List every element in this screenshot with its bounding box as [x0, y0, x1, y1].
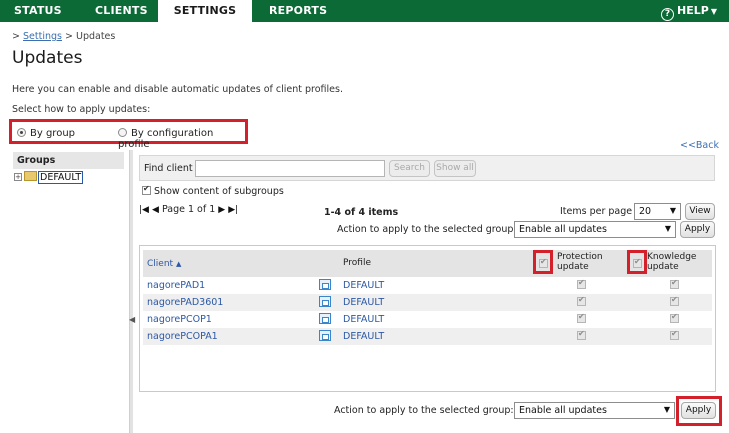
knowledge-update-checkbox[interactable]: [670, 295, 679, 306]
action-top-value: Enable all updates: [519, 224, 607, 235]
help-menu[interactable]: ? HELP ▼: [661, 0, 717, 22]
radio-by-group[interactable]: By group: [17, 128, 75, 139]
table-row[interactable]: nagorePCOPA1 DEFAULT: [143, 328, 712, 345]
help-icon: ?: [661, 8, 675, 21]
radio-by-profile-label: By configuration profile: [118, 128, 214, 150]
dropdown-arrow-icon: ▼: [664, 224, 671, 233]
show-subgroups-label: Show content of subgroups: [154, 186, 284, 197]
select-how-label: Select how to apply updates:: [12, 104, 151, 115]
radio-by-group-label: By group: [30, 128, 75, 139]
tree-node-default[interactable]: DEFAULT: [38, 171, 84, 184]
items-per-page-select[interactable]: 20 ▼: [634, 203, 681, 220]
column-client-label: Client: [147, 259, 174, 269]
breadcrumb: > Settings > Updates: [12, 31, 115, 42]
items-per-page-label: Items per page: [560, 206, 633, 217]
protection-update-checkbox[interactable]: [577, 295, 586, 306]
client-name[interactable]: nagorePCOPA1: [147, 331, 218, 342]
items-per-page-value: 20: [639, 206, 652, 217]
last-page-icon[interactable]: ▶|: [228, 205, 238, 215]
apply-top-button[interactable]: Apply: [680, 221, 715, 238]
groups-header: Groups: [13, 152, 124, 169]
client-name[interactable]: nagorePCOP1: [147, 314, 212, 325]
tab-clients[interactable]: CLIENTS: [95, 0, 148, 22]
action-bottom-value: Enable all updates: [519, 405, 607, 416]
breadcrumb-settings-link[interactable]: Settings: [23, 31, 62, 42]
remote-desktop-icon[interactable]: [319, 313, 331, 324]
first-page-icon[interactable]: |◀: [139, 205, 149, 215]
radio-button-icon: [17, 128, 26, 137]
table-row[interactable]: nagorePAD1 DEFAULT: [143, 277, 712, 294]
checkbox-icon: [142, 184, 151, 195]
back-link[interactable]: <<Back: [680, 140, 719, 151]
action-bottom-select[interactable]: Enable all updates ▼: [514, 402, 675, 419]
apply-mode-highlight: By group By configuration profile: [9, 119, 248, 150]
dropdown-arrow-icon: ▼: [669, 206, 676, 215]
client-profile[interactable]: DEFAULT: [343, 297, 384, 308]
tab-status[interactable]: STATUS: [14, 0, 62, 22]
page-indicator: Page 1 of 1: [161, 204, 216, 215]
apply-bottom-button[interactable]: Apply: [681, 402, 716, 419]
breadcrumb-prefix: >: [12, 31, 20, 42]
client-name[interactable]: nagorePAD3601: [147, 297, 223, 308]
dropdown-arrow-icon: ▼: [663, 405, 670, 414]
protection-update-checkbox[interactable]: [577, 278, 586, 289]
caret-down-icon: ▼: [710, 7, 717, 16]
remote-desktop-icon[interactable]: [319, 279, 331, 290]
column-knowledge: Knowledge update: [647, 252, 697, 272]
show-all-button[interactable]: Show all: [434, 160, 476, 177]
action-top-label: Action to apply to the selected group:: [337, 224, 517, 235]
breadcrumb-separator: >: [65, 31, 73, 42]
collapse-arrow-icon[interactable]: ◀: [129, 315, 135, 324]
search-button[interactable]: Search: [389, 160, 430, 177]
show-subgroups-checkbox[interactable]: Show content of subgroups: [142, 184, 284, 197]
next-page-icon[interactable]: ▶: [218, 205, 225, 215]
radio-by-configuration-profile[interactable]: By configuration profile: [118, 128, 245, 150]
client-profile[interactable]: DEFAULT: [343, 314, 384, 325]
remote-desktop-icon[interactable]: [319, 296, 331, 307]
protection-header-highlight: [533, 250, 553, 274]
knowledge-update-checkbox[interactable]: [670, 278, 679, 289]
page-title: Updates: [12, 48, 83, 68]
table-row[interactable]: nagorePCOP1 DEFAULT: [143, 311, 712, 328]
tab-settings[interactable]: SETTINGS: [158, 0, 252, 22]
help-label: HELP: [677, 4, 709, 17]
knowledge-header-highlight: [627, 250, 647, 274]
top-nav: STATUS CLIENTS SETTINGS REPORTS ? HELP ▼: [0, 0, 729, 22]
prev-page-icon[interactable]: ◀: [152, 205, 159, 215]
radio-button-icon: [118, 128, 127, 137]
knowledge-update-checkbox[interactable]: [670, 312, 679, 323]
find-client-input[interactable]: [195, 160, 385, 177]
folder-icon: [24, 171, 37, 181]
client-name[interactable]: nagorePAD1: [147, 280, 205, 291]
item-count: 1-4 of 4 items: [324, 207, 399, 218]
table-row[interactable]: nagorePAD3601 DEFAULT: [143, 294, 712, 311]
group-tree: + DEFAULT: [14, 171, 84, 185]
panel-splitter[interactable]: ◀: [129, 150, 135, 433]
find-client-label: Find client: [144, 163, 193, 174]
client-profile[interactable]: DEFAULT: [343, 331, 384, 342]
action-top-select[interactable]: Enable all updates ▼: [514, 221, 676, 238]
protection-update-checkbox[interactable]: [577, 329, 586, 340]
client-profile[interactable]: DEFAULT: [343, 280, 384, 291]
knowledge-update-checkbox[interactable]: [670, 329, 679, 340]
expand-icon[interactable]: +: [14, 173, 22, 181]
column-protection: Protection update: [557, 252, 603, 272]
page-description: Here you can enable and disable automati…: [12, 84, 343, 95]
protection-update-checkbox[interactable]: [577, 312, 586, 323]
pager: |◀ ◀ Page 1 of 1 ▶ ▶|: [139, 204, 238, 215]
sort-asc-icon: ▲: [175, 260, 182, 268]
breadcrumb-current: Updates: [76, 31, 116, 42]
tab-reports[interactable]: REPORTS: [269, 0, 327, 22]
action-bottom-label: Action to apply to the selected group:: [334, 405, 514, 416]
view-button[interactable]: View: [685, 203, 715, 220]
find-client-bar: Find client Search Show all: [139, 155, 715, 181]
remote-desktop-icon[interactable]: [319, 330, 331, 341]
